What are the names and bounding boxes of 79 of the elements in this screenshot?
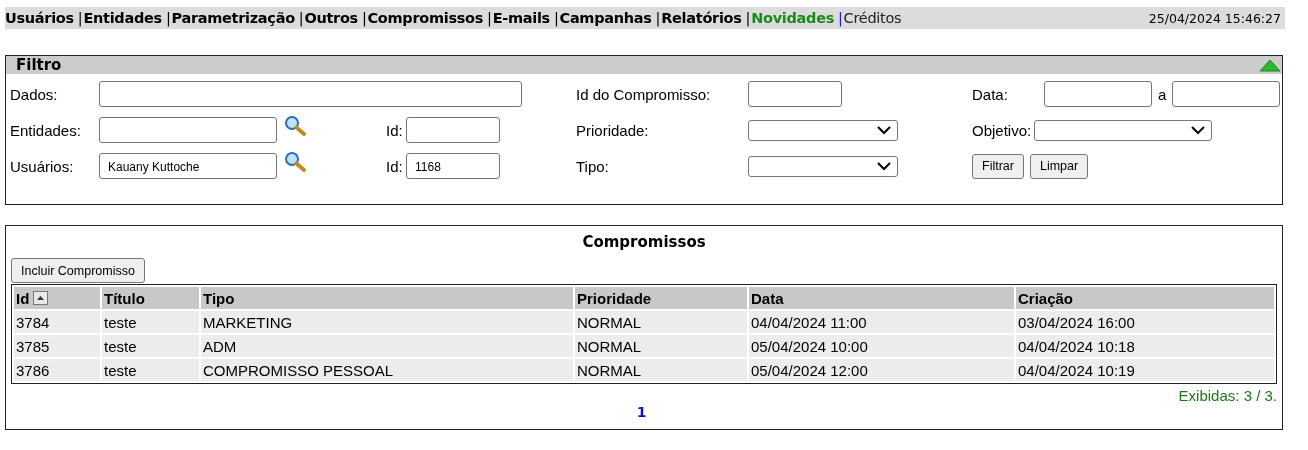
column-header[interactable]: Prioridade — [575, 287, 747, 309]
field-label: Id: — [386, 157, 404, 175]
column-header[interactable]: Tipo — [201, 287, 573, 309]
form-button[interactable]: Limpar — [1029, 153, 1089, 179]
chevron-icon — [1191, 125, 1206, 135]
table-cell: 3786 — [14, 359, 100, 381]
column-header[interactable]: Título — [102, 287, 199, 309]
table-cell: MARKETING — [201, 311, 573, 333]
menu-link[interactable]: Créditos — [843, 10, 902, 26]
table-cell: teste — [102, 359, 199, 381]
field-label: Id do Compromisso: — [576, 85, 712, 103]
menu-link[interactable]: Compromissos — [367, 10, 484, 26]
dropdown[interactable] — [748, 119, 898, 141]
field-label: Id: — [386, 121, 404, 139]
menu-separator: | — [165, 10, 171, 26]
dropdown[interactable] — [1034, 119, 1213, 141]
results-title: Compromissos — [582, 233, 706, 251]
menu-link[interactable]: Usuários — [5, 10, 74, 26]
chevron-icon — [877, 161, 891, 171]
menu-separator: | — [298, 10, 304, 26]
menu-link[interactable]: Campanhas — [559, 10, 652, 26]
date-field[interactable] — [1044, 81, 1152, 107]
table-cell: NORMAL — [575, 359, 747, 381]
table-cell: NORMAL — [575, 335, 747, 357]
menu-separator: | — [838, 10, 843, 26]
table-cell: teste — [102, 311, 199, 333]
date-field[interactable] — [1172, 81, 1281, 107]
input-field[interactable] — [99, 81, 522, 107]
table-cell: 04/04/2024 11:00 — [749, 311, 1014, 333]
menu-link[interactable]: E-mails — [492, 10, 550, 26]
field-label: Usuários: — [10, 157, 75, 175]
dropdown[interactable] — [748, 155, 898, 177]
table-cell: 03/04/2024 16:00 — [1016, 311, 1274, 333]
form-button[interactable]: Filtrar — [972, 153, 1024, 179]
field-label: Dados: — [10, 85, 59, 103]
input-field[interactable] — [99, 117, 277, 143]
table-cell: 05/04/2024 10:00 — [749, 335, 1014, 357]
menu-separator: | — [553, 10, 559, 26]
menu-separator: | — [655, 10, 661, 26]
date-time: 25/04/2024 15:46:27 — [1148, 10, 1282, 26]
menu-link[interactable]: Parametrização — [171, 10, 295, 26]
field-label: Tipo: — [576, 157, 610, 175]
table-cell: teste — [102, 335, 199, 357]
table-cell: 05/04/2024 12:00 — [749, 359, 1014, 381]
field-label: Entidades: — [10, 121, 82, 139]
collapse-icon[interactable] — [1259, 58, 1281, 72]
chevron-icon — [877, 125, 891, 135]
table-cell: COMPROMISSO PESSOAL — [201, 359, 573, 381]
search-icon[interactable] — [284, 115, 306, 137]
result-count: Exibidas: 3 / 3. — [1178, 387, 1277, 404]
page-link[interactable]: 1 — [636, 404, 647, 420]
field-label: Prioridade: — [576, 121, 650, 139]
input-field[interactable] — [406, 117, 500, 143]
menu-separator: | — [77, 10, 83, 26]
field-label: Data: — [972, 85, 1009, 103]
table-cell: 3784 — [14, 311, 100, 333]
sort-icon[interactable] — [33, 291, 49, 305]
input-field[interactable]: Kauany Kuttoche — [99, 153, 277, 179]
input-field[interactable] — [748, 81, 842, 107]
input-field[interactable]: 1168 — [406, 153, 500, 179]
table-cell: 3785 — [14, 335, 100, 357]
menu-separator: | — [487, 10, 492, 26]
menu-separator: | — [361, 10, 367, 26]
menu-link[interactable]: Entidades — [83, 10, 162, 26]
search-icon[interactable] — [284, 151, 306, 173]
filter-title: Filtro — [16, 56, 62, 74]
menu-separator: | — [745, 10, 751, 26]
table-cell: 04/04/2024 10:19 — [1016, 359, 1274, 381]
table-cell: 04/04/2024 10:18 — [1016, 335, 1274, 357]
menu-link[interactable]: Relatórios — [661, 10, 742, 26]
add-button[interactable]: Incluir Compromisso — [11, 258, 145, 283]
table-cell: ADM — [201, 335, 573, 357]
field-label: a — [1158, 85, 1167, 103]
column-header[interactable]: Data — [749, 287, 1014, 309]
menu-link[interactable]: Outros — [304, 10, 358, 26]
table-cell: NORMAL — [575, 311, 747, 333]
column-header[interactable]: Id — [14, 287, 100, 309]
column-header[interactable]: Criação — [1016, 287, 1274, 309]
field-label: Objetivo: — [972, 121, 1032, 139]
